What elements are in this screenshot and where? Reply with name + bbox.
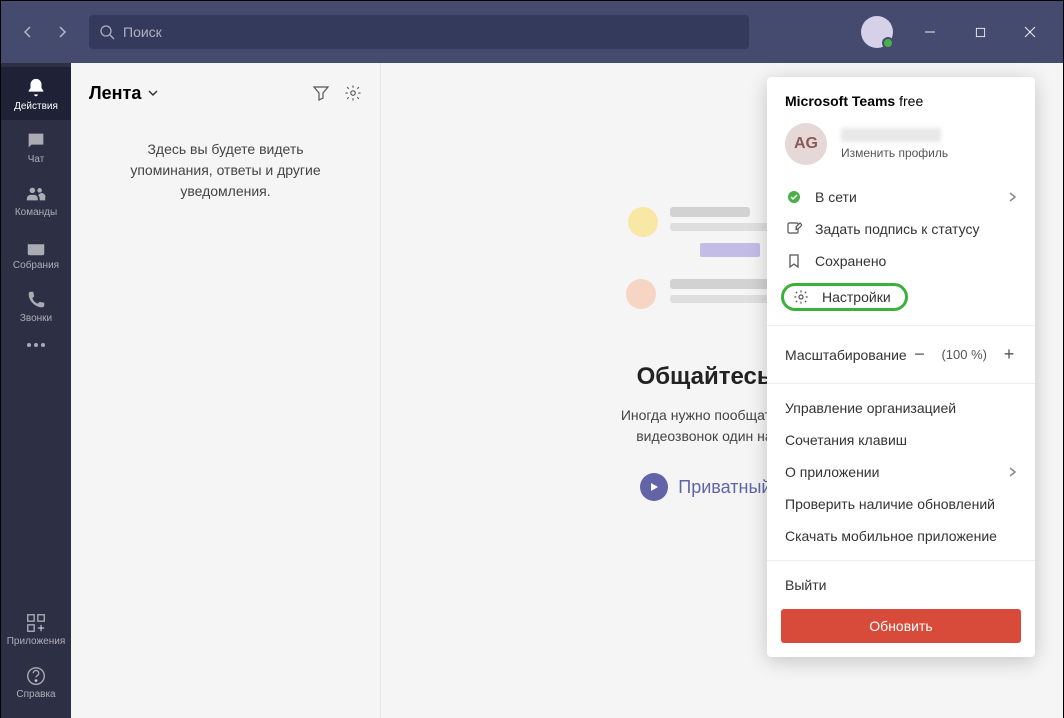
menu-item-zoom: Масштабирование − (100 %) + (767, 334, 1035, 375)
app-name: Microsoft Teams (785, 93, 895, 109)
window-close-button[interactable] (1007, 16, 1053, 48)
close-icon (1024, 26, 1036, 38)
calendar-icon (25, 236, 47, 258)
menu-item-download-mobile[interactable]: Скачать мобильное приложение (767, 520, 1035, 552)
feed-panel: Лента Здесь вы будете видеть упоминания,… (71, 63, 381, 718)
profile-menu: Microsoft Teams free AG Изменить профиль… (767, 77, 1035, 657)
illustration-avatar (628, 207, 658, 237)
window-maximize-button[interactable] (957, 16, 1003, 48)
edit-profile-link[interactable]: Изменить профиль (841, 146, 948, 160)
titlebar (1, 1, 1063, 63)
chevron-right-icon (1007, 465, 1017, 479)
help-icon (25, 665, 47, 687)
chevron-left-icon (22, 26, 34, 38)
menu-item-sign-out[interactable]: Выйти (767, 569, 1035, 601)
feed-header: Лента (71, 63, 380, 123)
sidebar-label: Справка (16, 689, 55, 700)
gear-icon (344, 84, 362, 102)
app-sidebar: Действия Чат Команды Собрания Звонки При… (1, 63, 71, 718)
plan-label: free (895, 93, 923, 109)
menu-label: Скачать мобильное приложение (785, 528, 997, 544)
filter-button[interactable] (312, 84, 330, 102)
menu-item-check-updates[interactable]: Проверить наличие обновлений (767, 488, 1035, 520)
chevron-right-icon (56, 26, 68, 38)
menu-item-manage-org[interactable]: Управление организацией (767, 392, 1035, 424)
sidebar-item-calendar[interactable]: Собрания (1, 226, 71, 279)
menu-item-about[interactable]: О приложении (767, 456, 1035, 488)
menu-divider (767, 383, 1035, 384)
nav-forward-button[interactable] (45, 15, 79, 49)
profile-section: AG Изменить профиль (767, 119, 1035, 181)
sidebar-item-chat[interactable]: Чат (1, 120, 71, 173)
menu-label: Задать подпись к статусу (815, 221, 979, 237)
menu-label: Сочетания клавиш (785, 432, 907, 448)
more-icon (25, 342, 47, 348)
filter-icon (312, 84, 330, 102)
sidebar-label: Чат (28, 154, 45, 165)
menu-item-status[interactable]: В сети (767, 181, 1035, 213)
menu-label: О приложении (785, 464, 879, 480)
menu-label: Настройки (822, 289, 891, 305)
search-icon (99, 24, 115, 40)
illustration-badge (700, 243, 760, 257)
edit-icon (785, 221, 803, 237)
phone-icon (25, 289, 47, 311)
menu-item-shortcuts[interactable]: Сочетания клавиш (767, 424, 1035, 456)
sidebar-label: Приложения (7, 636, 66, 647)
zoom-value: (100 %) (941, 347, 987, 362)
sidebar-item-help[interactable]: Справка (1, 655, 71, 708)
teams-icon (25, 183, 47, 205)
search-box[interactable] (89, 15, 749, 49)
sidebar-item-more[interactable] (1, 332, 71, 356)
sidebar-label: Действия (14, 101, 58, 112)
feed-empty-message: Здесь вы будете видеть упоминания, ответ… (71, 123, 380, 218)
apps-icon (25, 612, 47, 634)
play-icon (640, 473, 668, 501)
menu-item-settings[interactable]: Настройки (767, 277, 1035, 317)
presence-available-icon (785, 190, 803, 204)
sidebar-item-teams[interactable]: Команды (1, 173, 71, 226)
menu-item-saved[interactable]: Сохранено (767, 245, 1035, 277)
sidebar-item-calls[interactable]: Звонки (1, 279, 71, 332)
illustration-avatar (626, 279, 656, 309)
presence-indicator (882, 37, 894, 49)
sidebar-item-apps[interactable]: Приложения (1, 602, 71, 655)
window-minimize-button[interactable] (907, 16, 953, 48)
zoom-out-button[interactable]: − (911, 344, 927, 365)
minimize-icon (924, 26, 936, 38)
zoom-in-button[interactable]: + (1001, 344, 1017, 365)
feed-title-dropdown[interactable]: Лента (89, 83, 159, 104)
menu-divider (767, 325, 1035, 326)
illustration-line (670, 279, 770, 289)
sidebar-label: Собрания (13, 260, 59, 271)
chevron-right-icon (1007, 190, 1017, 204)
profile-avatar: AG (785, 123, 827, 165)
chevron-down-icon (147, 87, 159, 99)
chat-icon (25, 130, 47, 152)
sidebar-label: Команды (15, 207, 57, 218)
profile-avatar-button[interactable] (861, 16, 893, 48)
menu-label: Сохранено (815, 253, 886, 269)
menu-label: Проверить наличие обновлений (785, 496, 995, 512)
gear-icon (792, 289, 810, 305)
bookmark-icon (785, 253, 803, 269)
feed-title: Лента (89, 83, 141, 104)
zoom-label: Масштабирование (785, 347, 907, 363)
menu-item-set-status[interactable]: Задать подпись к статусу (767, 213, 1035, 245)
menu-label: Управление организацией (785, 400, 956, 416)
nav-back-button[interactable] (11, 15, 45, 49)
settings-button[interactable] (344, 84, 362, 102)
sidebar-label: Звонки (20, 313, 52, 324)
illustration-line (670, 207, 750, 217)
menu-label: Выйти (785, 577, 826, 593)
menu-divider (767, 560, 1035, 561)
upgrade-button[interactable]: Обновить (781, 609, 1021, 643)
profile-name-redacted (841, 128, 941, 142)
sidebar-item-activity[interactable]: Действия (1, 67, 71, 120)
menu-label: В сети (815, 189, 857, 205)
maximize-icon (975, 27, 986, 38)
bell-icon (25, 77, 47, 99)
search-input[interactable] (123, 24, 739, 40)
profile-menu-header: Microsoft Teams free (767, 77, 1035, 119)
